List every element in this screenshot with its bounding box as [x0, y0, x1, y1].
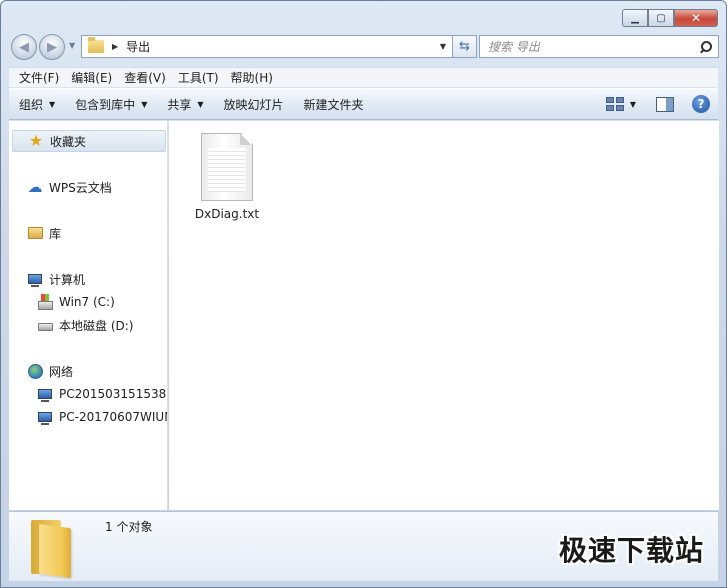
refresh-button[interactable]: ⇆	[453, 35, 477, 58]
command-bar-right: ▼ ?	[605, 95, 718, 113]
sidebar-item-drive-d[interactable]: 本地磁盘 (D:)	[37, 314, 133, 336]
sidebar-item-computer[interactable]: 计算机	[27, 268, 85, 290]
folder-large-icon	[29, 518, 73, 579]
command-bar: 组织 ▼ 包含到库中 ▼ 共享 ▼ 放映幻灯片 新建文件夹 ▼ ?	[9, 88, 718, 120]
organize-button[interactable]: 组织 ▼	[9, 96, 65, 113]
search-icon[interactable]	[698, 40, 712, 54]
menu-tools[interactable]: 工具(T)	[172, 69, 225, 86]
hard-disk-icon	[37, 317, 53, 333]
sidebar-item-label: PC201503151538	[59, 387, 167, 401]
file-item[interactable]: DxDiag.txt	[189, 133, 265, 221]
forward-arrow-icon: ▶	[47, 39, 57, 55]
organize-label: 组织	[19, 97, 44, 112]
details-pane: 1 个对象 极速下载站	[9, 511, 718, 581]
close-button[interactable]: ✕	[674, 9, 718, 27]
help-icon[interactable]: ?	[692, 95, 710, 113]
forward-button[interactable]: ▶	[39, 34, 65, 60]
sidebar-item-pc2[interactable]: PC-20170607WIUN	[37, 406, 168, 428]
sidebar-item-label: 本地磁盘 (D:)	[59, 318, 134, 333]
search-input[interactable]	[488, 39, 688, 54]
chevron-down-icon: ▼	[49, 99, 56, 109]
change-view-icon[interactable]	[605, 97, 624, 111]
sidebar-item-label: PC-20170607WIUN	[59, 410, 168, 424]
recent-pages-button[interactable]: ▼	[69, 41, 75, 50]
include-in-library-button[interactable]: 包含到库中 ▼	[65, 96, 157, 113]
breadcrumb-separator-icon[interactable]: ▶	[112, 42, 118, 51]
sidebar-item-label: 库	[49, 226, 62, 241]
sidebar-item-label: WPS云文档	[49, 180, 112, 195]
back-arrow-icon: ◀	[19, 39, 29, 55]
back-button[interactable]: ◀	[11, 34, 37, 60]
cloud-icon: ☁	[27, 178, 43, 196]
preview-pane-icon[interactable]	[656, 96, 674, 112]
new-folder-button[interactable]: 新建文件夹	[294, 96, 374, 113]
sidebar-item-wps-cloud[interactable]: ☁ WPS云文档	[27, 176, 112, 198]
sidebar-item-pc1[interactable]: PC201503151538	[37, 383, 166, 405]
search-box[interactable]	[479, 35, 719, 58]
share-label: 共享	[167, 97, 192, 112]
folder-icon	[88, 37, 104, 53]
menu-file[interactable]: 文件(F)	[13, 69, 65, 86]
sidebar-item-label: Win7 (C:)	[59, 295, 115, 309]
menu-edit[interactable]: 编辑(E)	[65, 69, 118, 86]
chevron-down-icon: ▼	[197, 99, 204, 109]
sidebar-item-label: 网络	[49, 364, 74, 379]
computer-icon	[27, 271, 43, 287]
watermark-text: 极速下载站	[558, 534, 704, 567]
menu-view[interactable]: 查看(V)	[118, 69, 172, 86]
star-icon: ★	[28, 131, 44, 150]
sidebar-item-label: 计算机	[49, 272, 86, 287]
network-computer-icon	[37, 386, 53, 402]
include-in-library-label: 包含到库中	[75, 97, 136, 112]
text-file-icon	[201, 133, 253, 201]
library-icon	[27, 225, 43, 241]
file-list[interactable]: DxDiag.txt	[169, 121, 719, 510]
chevron-down-icon: ▼	[141, 99, 148, 109]
share-button[interactable]: 共享 ▼	[157, 96, 213, 113]
breadcrumb-current[interactable]: 导出	[126, 38, 150, 55]
sidebar-item-library[interactable]: 库	[27, 222, 61, 244]
address-dropdown-button[interactable]: ▼	[440, 42, 446, 51]
refresh-icon: ⇆	[459, 39, 470, 54]
navigation-pane[interactable]: ★ 收藏夹 ☁ WPS云文档 库 计算机 Win7 (C:) 本地磁盘 (D:)…	[9, 121, 168, 510]
network-globe-icon	[27, 363, 43, 379]
file-name: DxDiag.txt	[194, 207, 260, 221]
item-count: 1 个对象	[105, 520, 153, 534]
slideshow-button[interactable]: 放映幻灯片	[214, 96, 294, 113]
new-folder-label: 新建文件夹	[303, 97, 364, 112]
sidebar-item-drive-c[interactable]: Win7 (C:)	[37, 291, 115, 313]
caption-buttons: ▁ ▢ ✕	[622, 9, 718, 27]
explorer-window: ▁ ▢ ✕ ◀ ▶ ▼ ▶ 导出 ▼ ⇆ 文件(F) 编辑(E) 查看(V) 工…	[0, 0, 727, 588]
minimize-button[interactable]: ▁	[622, 9, 648, 27]
network-computer-icon	[37, 409, 53, 425]
sidebar-item-label: 收藏夹	[50, 134, 87, 149]
menu-help[interactable]: 帮助(H)	[225, 69, 279, 86]
windows-drive-icon	[37, 294, 53, 310]
view-options-dropdown[interactable]: ▼	[630, 100, 636, 109]
address-bar[interactable]: ▶ 导出 ▼	[81, 35, 453, 58]
slideshow-label: 放映幻灯片	[223, 97, 284, 112]
sidebar-item-favorites[interactable]: ★ 收藏夹	[12, 130, 166, 152]
menu-bar: 文件(F) 编辑(E) 查看(V) 工具(T) 帮助(H)	[9, 67, 718, 87]
maximize-button[interactable]: ▢	[648, 9, 674, 27]
sidebar-item-network[interactable]: 网络	[27, 360, 73, 382]
navigation-row: ◀ ▶ ▼ ▶ 导出 ▼ ⇆	[9, 33, 719, 61]
